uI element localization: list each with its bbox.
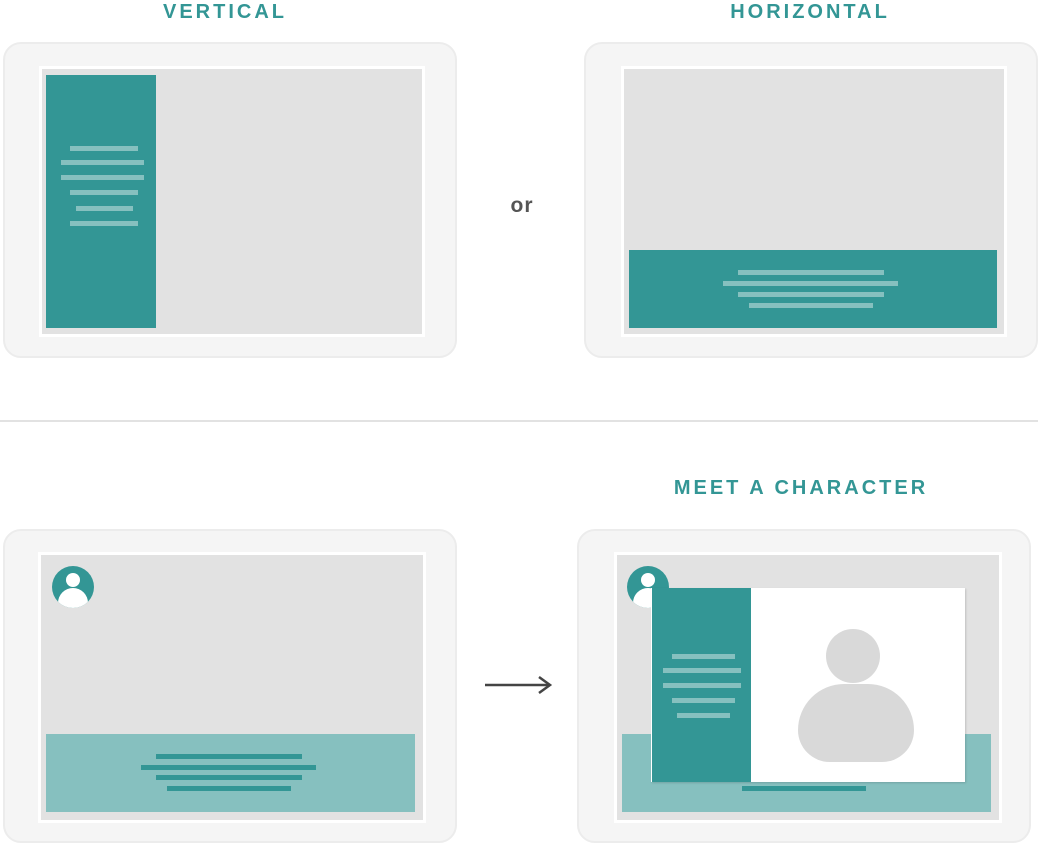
- text-line: [61, 175, 144, 180]
- text-line: [156, 754, 302, 759]
- text-line: [738, 270, 884, 275]
- text-line: [156, 775, 302, 780]
- section-divider: [0, 420, 1038, 422]
- vertical-sidebar-panel: [46, 75, 156, 328]
- text-line: [663, 683, 741, 688]
- text-line: [677, 713, 730, 718]
- text-line: [663, 668, 741, 673]
- text-line: [672, 698, 735, 703]
- text-line: [749, 303, 873, 308]
- character-silhouette-body: [798, 684, 914, 762]
- text-line: [167, 786, 291, 791]
- label-meet-character: MEET A CHARACTER: [673, 477, 929, 499]
- arrow-right-icon: [485, 675, 553, 695]
- character-silhouette-icon: [826, 629, 880, 683]
- text-line: [70, 146, 138, 151]
- text-line: [723, 281, 898, 286]
- dialogue-bottom-panel: [46, 734, 415, 812]
- or-text: or: [510, 194, 534, 217]
- text-line: [672, 654, 735, 659]
- avatar-icon: [52, 566, 94, 608]
- horizontal-bottom-panel: [629, 250, 997, 328]
- label-vertical: VERTICAL: [163, 1, 287, 23]
- text-line: [70, 190, 138, 195]
- text-line: [738, 292, 884, 297]
- label-horizontal: HORIZONTAL: [730, 1, 890, 23]
- text-line: [141, 765, 316, 770]
- text-line: [70, 221, 138, 226]
- text-line: [61, 160, 144, 165]
- text-line: [742, 786, 866, 791]
- text-line: [76, 206, 133, 211]
